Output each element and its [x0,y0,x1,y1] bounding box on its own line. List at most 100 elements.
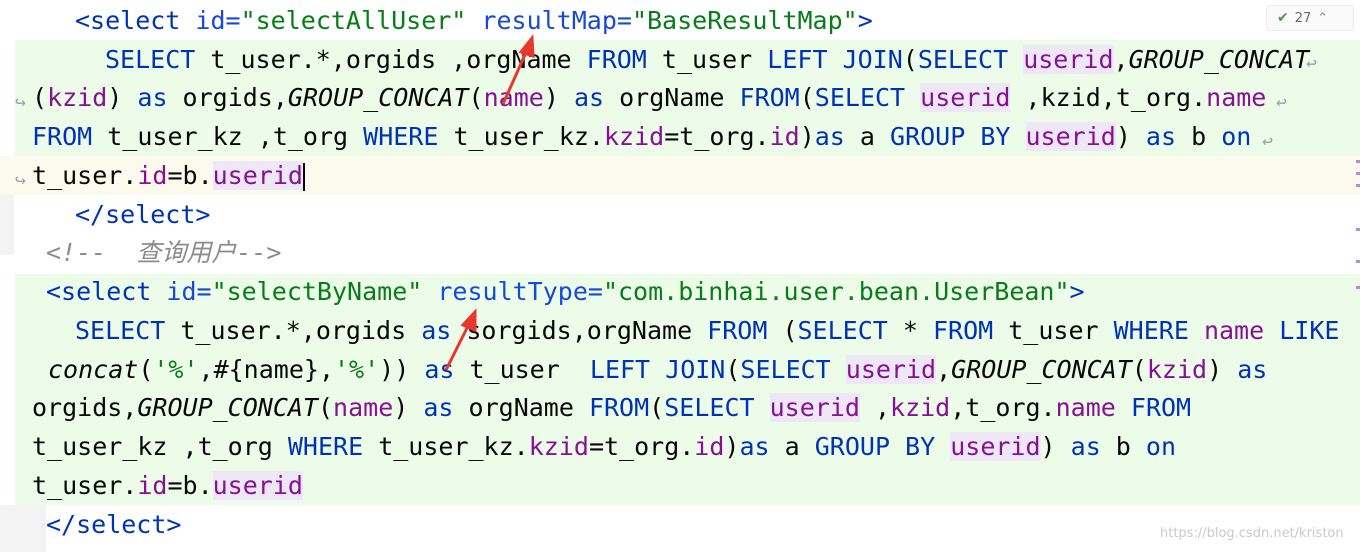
code-line[interactable]: (kzid) as orgids,GROUP_CONCAT(name) as o… [32,79,1360,117]
inspection-widget[interactable]: ✔ 27 ⌃ [1266,5,1354,31]
code-line[interactable]: <select id="selectAllUser" resultMap="Ba… [75,2,1360,40]
code-line[interactable]: concat('%',#{name},'%')) as t_user LEFT … [48,351,1360,389]
sql-column: userid [1023,45,1114,74]
sql-function: GROUP_CONCAT [287,83,469,112]
sql-keyword: LEFT JOIN [589,355,726,384]
sql-text: b [1100,432,1146,461]
code-line[interactable]: <select id="selectByName" resultType="co… [46,273,1360,311]
sql-text: a [769,432,815,461]
sql-text: ) [799,122,815,151]
sql-keyword: WHERE [363,122,439,151]
sql-keyword: FROM [32,122,93,151]
xml-value: "selectAllUser" [240,6,467,35]
code-line[interactable]: t_user.id=b.userid [32,157,1360,195]
sql-text: ( [767,316,798,345]
sql-text: ,t_org. [950,393,1056,422]
code-line[interactable]: SELECT t_user.*,orgids ,orgName FROM t_u… [105,41,1360,79]
sql-column: name [333,393,394,422]
sql-text: t_user_kz. [363,432,529,461]
code-line[interactable]: <!-- 查询用户--> [46,234,1360,272]
sql-function: GROUP_CONCAT [137,393,318,422]
sql-column: id [694,432,725,461]
sql-text: ) [107,83,138,112]
xml-tag: </select> [46,510,182,539]
text-caret [302,163,305,191]
sql-keyword: LIKE [1279,316,1340,345]
sql-string: '%' [334,355,380,384]
sql-keyword: SELECT [740,355,831,384]
sql-column: kzid [1146,355,1208,384]
sql-column: id [137,471,168,500]
sql-column: userid [769,393,860,422]
sql-column: userid [950,432,1041,461]
gutter-fold-bar [0,195,14,255]
sql-text: ( [902,45,918,74]
sql-keyword: as [814,122,845,151]
sql-column: name [1206,83,1267,112]
sql-keyword: SELECT [75,316,166,345]
xml-value: "selectByName" [211,277,423,306]
sql-keyword: SELECT [814,83,906,112]
sql-keyword: LEFT JOIN [767,45,903,74]
code-editor[interactable]: <select id="selectAllUser" resultMap="Ba… [0,0,1360,552]
xml-tag: <select [75,6,181,35]
soft-wrap-icon: ↩ [1276,92,1287,113]
xml-tag: > [1069,277,1085,306]
sql-keyword: FROM [586,45,647,74]
sql-text: ) [1207,355,1238,384]
chevron-up-icon[interactable]: ⌃ [1317,11,1328,26]
sql-text: orgids, [167,83,288,112]
soft-wrap-icon: ↪ [15,92,26,113]
sql-column: name [1055,393,1116,422]
sql-text: t_user_kz. [438,122,604,151]
sql-column: userid [1025,122,1116,151]
sql-text: =t_org. [664,122,770,151]
sql-keyword: FROM [932,316,994,345]
sql-text: =t_org. [588,432,695,461]
sql-column: name [1203,316,1265,345]
sql-function: concat [48,355,139,384]
sql-keyword: SELECT [664,393,755,422]
sql-keyword: FROM [588,393,650,422]
soft-wrap-icon: ↩ [1306,53,1317,74]
sql-keyword: GROUP BY [814,432,936,461]
xml-attr: resultType= [437,277,603,306]
sql-keyword: FROM [739,83,800,112]
xml-tag: <select [46,277,152,306]
sql-keyword: as [423,393,454,422]
sql-text: ) [1040,432,1071,461]
sql-text: , [859,393,891,422]
sql-keyword: as [421,316,452,345]
xml-attr: id= [195,6,241,35]
sql-keyword: as [137,83,168,112]
sql-text: ( [1131,355,1147,384]
soft-wrap-icon: ↪ [15,170,26,191]
sql-text: ( [138,355,154,384]
sql-keyword: GROUP BY [890,122,1011,151]
sql-keyword: as [1237,355,1268,384]
sql-text: ( [799,83,815,112]
code-line[interactable]: t_user_kz ,t_org WHERE t_user_kz.kzid=t_… [32,428,1360,466]
sql-column: id [137,161,168,190]
sql-text: orgName [453,393,589,422]
code-line[interactable]: t_user.id=b.userid [32,467,1360,505]
sql-text: t_user_kz ,t_org [32,432,288,461]
code-line[interactable]: FROM t_user_kz ,t_org WHERE t_user_kz.kz… [32,118,1360,156]
sql-text: ( [649,393,665,422]
sql-keyword: on [1145,432,1177,461]
xml-tag: > [857,6,873,35]
code-line[interactable]: SELECT t_user.*,orgids as sorgids,orgNam… [75,312,1360,350]
sql-keyword: WHERE [287,432,364,461]
sql-text: , [1113,45,1129,74]
xml-attr: id= [166,277,212,306]
sql-text: ,#{name}, [198,355,334,384]
code-line[interactable]: orgids,GROUP_CONCAT(name) as orgName FRO… [32,389,1360,427]
xml-comment: <!-- 查询用户--> [46,238,282,267]
sql-text: t_user. [32,161,138,190]
code-line[interactable]: </select> [75,196,1360,234]
